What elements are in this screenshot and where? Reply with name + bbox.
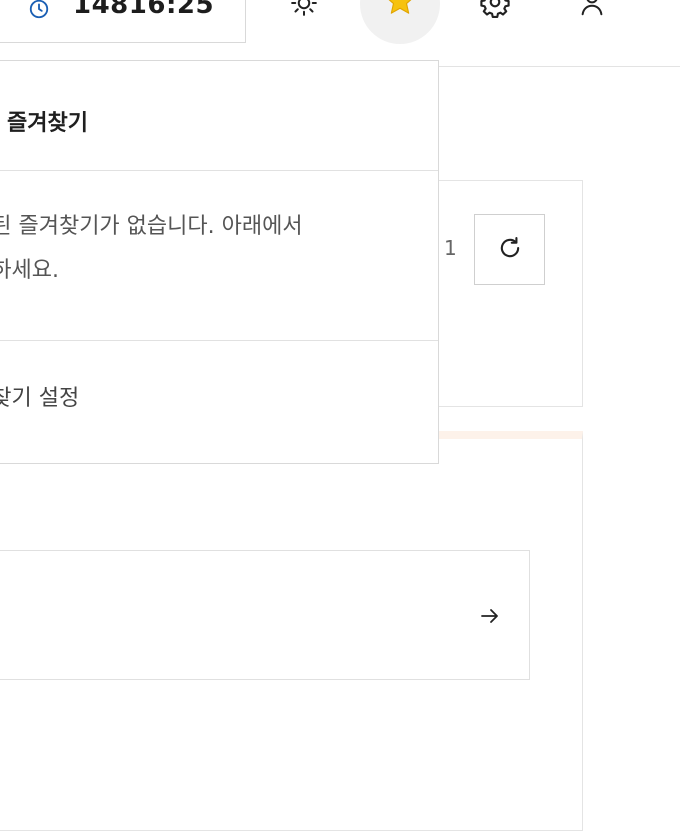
favorites-button[interactable]	[360, 0, 440, 44]
theme-toggle-button[interactable]	[264, 0, 344, 44]
clock-icon	[28, 0, 49, 19]
settings-button[interactable]	[455, 0, 535, 44]
clock-text: 14816:25	[73, 0, 215, 20]
navigation-link-row[interactable]	[0, 550, 530, 680]
gear-icon	[479, 0, 511, 44]
favorites-settings-link[interactable]: 겨찾기 설정	[0, 381, 79, 417]
arrow-right-icon	[478, 604, 502, 632]
favorites-empty-state: 록된 즐겨찾기가 없습니다. 아래에서 정하세요.	[0, 171, 438, 341]
user-account-button[interactable]	[552, 0, 632, 44]
refresh-button[interactable]	[474, 214, 545, 285]
favorites-dropdown: 즐겨찾기 록된 즐겨찾기가 없습니다. 아래에서 정하세요. 겨찾기 설정	[0, 60, 439, 464]
user-icon	[577, 0, 607, 44]
favorites-empty-message: 록된 즐겨찾기가 없습니다. 아래에서 정하세요.	[0, 205, 411, 293]
favorites-settings-item[interactable]: 겨찾기 설정	[0, 341, 438, 464]
favorites-title: 즐겨찾기	[7, 111, 88, 136]
sun-icon	[289, 0, 319, 44]
clock-display: 14816:25	[0, 0, 246, 43]
star-icon	[382, 0, 418, 44]
refresh-icon	[496, 234, 524, 266]
favorites-dropdown-header: 즐겨찾기	[0, 61, 438, 171]
empty-message-line-2: 정하세요.	[0, 258, 59, 283]
empty-message-line-1: 록된 즐겨찾기가 없습니다. 아래에서	[0, 214, 303, 239]
item-count: 1	[444, 236, 457, 260]
top-bar: 14816:25	[0, 0, 680, 67]
